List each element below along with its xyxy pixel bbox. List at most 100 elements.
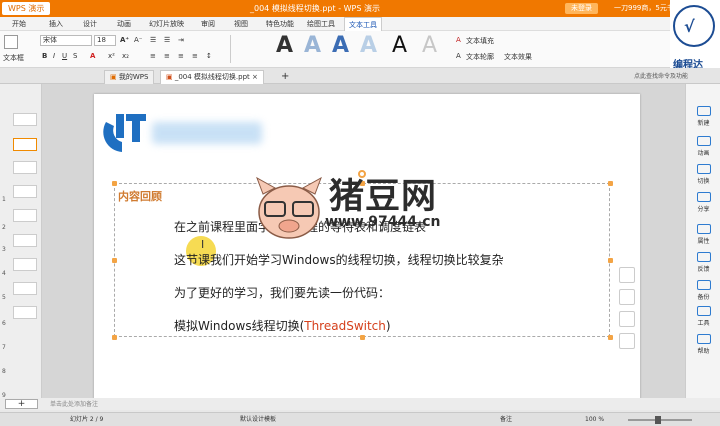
- panel-help[interactable]: 帮助: [686, 334, 720, 355]
- slide-thumbnail[interactable]: [13, 113, 37, 126]
- text-style-3[interactable]: A: [332, 33, 349, 58]
- notes-toggle[interactable]: 备注: [500, 413, 512, 426]
- bullets-icon[interactable]: ☰: [150, 36, 156, 44]
- zoom-slider-knob[interactable]: [655, 416, 661, 424]
- ribbon-tabs: 开始 插入 设计 动画 幻灯片放映 审阅 视图 特色功能 绘图工具 文本工具: [0, 17, 720, 31]
- tab-home[interactable]: 开始: [8, 17, 30, 31]
- slide-thumbnail-selected[interactable]: [13, 138, 37, 151]
- notes-placeholder[interactable]: 单击此处添加备注: [50, 399, 98, 408]
- tools-icon: [696, 306, 711, 316]
- brand-logo: √ 编程达: [670, 0, 720, 71]
- new-tab-button[interactable]: +: [276, 70, 294, 84]
- textbox-icon[interactable]: [4, 35, 18, 49]
- ribbon: 文本框 宋体 18 A⁺ A⁻ B I U S A x² x₂ ☰ ☰ ⇥ ≡ …: [0, 31, 720, 68]
- login-button[interactable]: 未登录: [565, 3, 598, 14]
- slide-thumbnail[interactable]: [13, 209, 37, 222]
- slide-thumbnail[interactable]: [13, 185, 37, 198]
- animation-icon: [696, 136, 711, 146]
- slide-thumbnail[interactable]: [13, 282, 37, 295]
- text-style-4[interactable]: A: [360, 33, 377, 58]
- font-color-icon[interactable]: A: [90, 52, 95, 60]
- tab-insert[interactable]: 插入: [45, 17, 67, 31]
- text-style-6[interactable]: A: [422, 33, 437, 58]
- text-style-2[interactable]: A: [304, 33, 321, 58]
- font-name-select[interactable]: 宋体: [40, 35, 92, 46]
- indent-icon[interactable]: ⇥: [178, 36, 184, 44]
- panel-tools[interactable]: 工具: [686, 306, 720, 327]
- text-outline-icon[interactable]: A: [456, 52, 461, 60]
- resize-handle[interactable]: [112, 335, 117, 340]
- panel-feedback[interactable]: 反馈: [686, 252, 720, 273]
- tab-design[interactable]: 设计: [79, 17, 101, 31]
- resize-handle[interactable]: [112, 258, 117, 263]
- panel-backup[interactable]: 备份: [686, 280, 720, 301]
- section-title: 内容回顾: [118, 190, 162, 203]
- tab-drawing-tools[interactable]: 绘图工具: [303, 17, 339, 31]
- textbox-label[interactable]: 文本框: [3, 53, 24, 63]
- fill-icon[interactable]: [619, 289, 635, 305]
- text-outline-button[interactable]: 文本轮廓: [466, 52, 494, 62]
- subscript-icon[interactable]: x₂: [122, 52, 129, 60]
- tab-view[interactable]: 视图: [230, 17, 252, 31]
- doc-tab-current[interactable]: ▣ _004 模拟线程切换.ppt ×: [160, 70, 264, 84]
- slide-number: 8: [2, 368, 6, 375]
- resize-handle[interactable]: [608, 335, 613, 340]
- strikethrough-icon[interactable]: S: [73, 52, 77, 60]
- font-size-select[interactable]: 18: [94, 35, 116, 46]
- wps-home-icon: ▣: [110, 73, 119, 81]
- slide-text-line[interactable]: 为了更好的学习，我们要先读一份代码：: [174, 284, 390, 301]
- bold-icon[interactable]: B: [42, 52, 47, 60]
- italic-icon[interactable]: I: [53, 52, 55, 60]
- resize-handle[interactable]: [360, 335, 365, 340]
- align-center-icon[interactable]: ≡: [164, 52, 170, 60]
- layers-icon[interactable]: [619, 333, 635, 349]
- grow-font-icon[interactable]: A⁺: [120, 36, 129, 44]
- edit-shape-icon[interactable]: [619, 267, 635, 283]
- add-slide-button[interactable]: +: [5, 399, 38, 409]
- underline-icon[interactable]: U: [62, 52, 67, 60]
- slide-thumbnail[interactable]: [13, 161, 37, 174]
- panel-label: 动画: [697, 150, 710, 157]
- code-intro: 模拟Windows线程切换(: [174, 319, 305, 333]
- tab-features[interactable]: 特色功能: [262, 17, 298, 31]
- resize-handle[interactable]: [608, 181, 613, 186]
- shrink-font-icon[interactable]: A⁻: [134, 36, 142, 44]
- superscript-icon[interactable]: x²: [108, 52, 115, 60]
- panel-transition[interactable]: 切换: [686, 164, 720, 185]
- command-search-hint[interactable]: 点此查找命令及功能: [634, 71, 688, 80]
- tab-text-tools[interactable]: 文本工具: [344, 17, 382, 31]
- align-right-icon[interactable]: ≡: [178, 52, 184, 60]
- text-style-1[interactable]: A: [276, 33, 293, 58]
- tab-review[interactable]: 审阅: [197, 17, 219, 31]
- slide-thumbnail[interactable]: [13, 234, 37, 247]
- app-menu-button[interactable]: WPS 演示: [2, 2, 51, 15]
- text-fill-icon[interactable]: A: [456, 36, 461, 44]
- panel-animation[interactable]: 动画: [686, 136, 720, 157]
- resize-handle[interactable]: [608, 258, 613, 263]
- watermark-text: 猪豆网: [329, 177, 438, 217]
- slide-text-line[interactable]: 这节课我们开始学习Windows的线程切换，线程切换比较复杂: [174, 251, 504, 268]
- panel-share[interactable]: 分享: [686, 192, 720, 213]
- tab-slideshow[interactable]: 幻灯片放映: [145, 17, 188, 31]
- align-left-icon[interactable]: ≡: [150, 52, 156, 60]
- panel-label: 帮助: [697, 348, 710, 355]
- line-spacing-icon[interactable]: ↕: [206, 52, 212, 60]
- close-icon[interactable]: ×: [252, 73, 258, 81]
- slide-text-line-code[interactable]: 模拟Windows线程切换(ThreadSwitch): [174, 317, 391, 334]
- text-style-5[interactable]: A: [392, 33, 407, 58]
- slide-number: 1: [2, 196, 6, 203]
- panel-properties[interactable]: 属性: [686, 224, 720, 245]
- justify-icon[interactable]: ≡: [192, 52, 198, 60]
- tab-animation[interactable]: 动画: [113, 17, 135, 31]
- slide-number: 2: [2, 224, 6, 231]
- resize-handle[interactable]: [112, 181, 117, 186]
- panel-new[interactable]: 新建: [686, 106, 720, 127]
- numbering-icon[interactable]: ☰: [164, 36, 170, 44]
- slide-number: 4: [2, 270, 6, 277]
- text-effect-button[interactable]: 文本效果: [504, 52, 532, 62]
- text-fill-button[interactable]: 文本填充: [466, 36, 494, 46]
- doc-tab-mywps[interactable]: ▣ 我的WPS: [104, 70, 155, 84]
- slide-thumbnail[interactable]: [13, 306, 37, 319]
- slide-thumbnail[interactable]: [13, 258, 37, 271]
- outline-icon[interactable]: [619, 311, 635, 327]
